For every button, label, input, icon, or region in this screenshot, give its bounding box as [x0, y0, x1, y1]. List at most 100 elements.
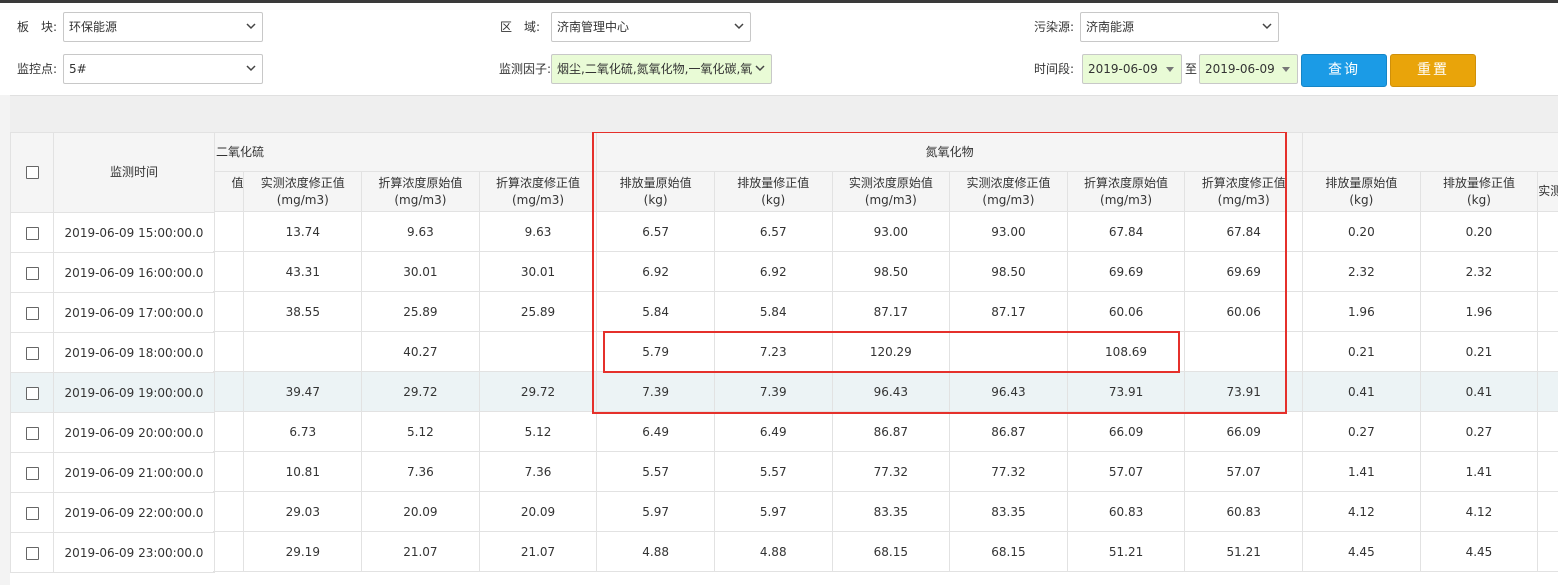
- nox-cell: 7.39: [596, 371, 715, 412]
- sub-header-unit: (mg/m3): [864, 192, 917, 207]
- nox-cell: 7.23: [713, 331, 833, 372]
- table-row[interactable]: 6.73 5.12 5.12 6.49 6.49 86.87 86.87 66.09 66.09…: [213, 411, 1558, 452]
- nox-cell: 68.15: [831, 531, 951, 572]
- nox-cell: [949, 331, 1068, 372]
- next-cell: 0.27: [1419, 411, 1539, 452]
- table-row[interactable]: 39.47 29.72 29.72 7.39 7.39 96.43 96.43 73.91 73…: [213, 371, 1558, 412]
- so2-cell: 9.63: [478, 211, 598, 252]
- nox-cell: 87.17: [831, 291, 951, 332]
- row-select-cell: [10, 292, 54, 333]
- so2-cell: 21.07: [361, 531, 480, 572]
- table-row[interactable]: 38.55 25.89 25.89 5.84 5.84 87.17 87.17 60.06 60…: [213, 291, 1558, 332]
- table-row[interactable]: 2019-06-09 18:00:00.0: [10, 332, 215, 373]
- sub-header-name: 折算浓度原始值: [378, 175, 463, 190]
- sub-header-unit: (kg): [643, 192, 668, 207]
- factor-select[interactable]: 烟尘,二氧化硫,氮氧化物,一氧化碳,氧: [551, 54, 772, 84]
- nox-cell: 86.87: [949, 411, 1068, 452]
- chevron-down-icon: [246, 23, 256, 30]
- table-row[interactable]: 2019-06-09 16:00:00.0: [10, 252, 215, 293]
- so2-cell: 29.72: [478, 371, 598, 412]
- table-row[interactable]: 10.81 7.36 7.36 5.57 5.57 77.32 77.32 57.07 57.0…: [213, 451, 1558, 492]
- table-row[interactable]: 2019-06-09 23:00:00.0: [10, 532, 215, 573]
- source-select[interactable]: 济南能源: [1080, 12, 1279, 42]
- nox-cell: 108.69: [1066, 331, 1186, 372]
- reset-button[interactable]: 重置: [1390, 54, 1476, 87]
- table-row[interactable]: 2019-06-09 15:00:00.0: [10, 212, 215, 253]
- query-button[interactable]: 查询: [1301, 54, 1387, 87]
- table-row[interactable]: 29.03 20.09 20.09 5.97 5.97 83.35 83.35 60.83 60…: [213, 491, 1558, 532]
- row-checkbox[interactable]: [25, 266, 39, 280]
- table-row[interactable]: 2019-06-09 21:00:00.0: [10, 452, 215, 493]
- nox-cell: 120.29: [831, 331, 951, 372]
- so2-cell: [478, 331, 598, 372]
- date-from-input[interactable]: 2019-06-09: [1082, 54, 1182, 84]
- so2-cell: 29.19: [243, 531, 363, 572]
- nox-cell: 4.88: [596, 531, 715, 572]
- factor-value: 烟尘,二氧化硫,氮氧化物,一氧化碳,氧: [557, 62, 753, 76]
- table-row[interactable]: 40.27 5.79 7.23 120.29 108.69 0.21 0.21: [213, 331, 1558, 372]
- next-cell: 0.41: [1302, 371, 1421, 412]
- sub-header-unit: (kg): [761, 192, 786, 207]
- next-cell: 4.45: [1302, 531, 1421, 572]
- row-checkbox[interactable]: [25, 386, 39, 400]
- caret-down-icon: [1282, 67, 1290, 72]
- so2-sub-header: 折算浓度原始值 (mg/m3): [361, 171, 480, 212]
- next-cell: 1.96: [1419, 291, 1539, 332]
- sub-header-name: 折算浓度修正值: [495, 175, 580, 190]
- scrollable-columns[interactable]: 二氧化硫 氮氧化物 值 实测浓度修正值 (mg/m3) 折算浓度原始值 (mg/m3)…: [213, 132, 1558, 585]
- nox-cell: 98.50: [831, 251, 951, 292]
- table-row[interactable]: 2019-06-09 20:00:00.0: [10, 412, 215, 453]
- table-row[interactable]: 13.74 9.63 9.63 6.57 6.57 93.00 93.00 67.84 67.8…: [213, 211, 1558, 252]
- row-select-cell: [10, 212, 54, 253]
- nox-cell: 77.32: [831, 451, 951, 492]
- sector-select[interactable]: 环保能源: [63, 12, 263, 42]
- nox-cell: 67.84: [1066, 211, 1186, 252]
- next-cell: 2.32: [1419, 251, 1539, 292]
- next-partial-cell: [1537, 531, 1558, 572]
- nox-cell: 51.21: [1066, 531, 1186, 572]
- point-select[interactable]: 5#: [63, 54, 263, 84]
- so2-group-header: 二氧化硫: [213, 132, 598, 172]
- table-row[interactable]: 43.31 30.01 30.01 6.92 6.92 98.50 98.50 69.69 69…: [213, 251, 1558, 292]
- nox-cell: 66.09: [1184, 411, 1304, 452]
- sub-header-name: 排放量修正值: [737, 175, 810, 190]
- region-select[interactable]: 济南管理中心: [551, 12, 751, 42]
- so2-sub-header: 实测浓度修正值 (mg/m3): [243, 171, 363, 212]
- row-checkbox[interactable]: [25, 306, 39, 320]
- data-grid: 监测时间 2019-06-09 15:00:00.0 2019-06-09 16:…: [10, 132, 1558, 585]
- partial-cell: [213, 211, 245, 252]
- row-checkbox[interactable]: [25, 546, 39, 560]
- table-row[interactable]: 2019-06-09 22:00:00.0: [10, 492, 215, 533]
- table-row[interactable]: 2019-06-09 19:00:00.0: [10, 372, 215, 413]
- nox-cell: 57.07: [1184, 451, 1304, 492]
- next-partial-cell: [1537, 491, 1558, 532]
- nox-cell: 87.17: [949, 291, 1068, 332]
- row-select-cell: [10, 252, 54, 293]
- row-checkbox[interactable]: [25, 506, 39, 520]
- partial-cell: [213, 531, 245, 572]
- nox-cell: 60.83: [1184, 491, 1304, 532]
- row-checkbox[interactable]: [25, 346, 39, 360]
- row-checkbox[interactable]: [25, 226, 39, 240]
- time-cell: 2019-06-09 17:00:00.0: [53, 292, 215, 333]
- scroll-table: 二氧化硫 氮氧化物 值 实测浓度修正值 (mg/m3) 折算浓度原始值 (mg/m3)…: [213, 132, 1558, 572]
- next-cell: 0.27: [1302, 411, 1421, 452]
- scroll-body: 13.74 9.63 9.63 6.57 6.57 93.00 93.00 67.84 67.8…: [213, 211, 1558, 572]
- sub-header-unit: (mg/m3): [1217, 192, 1270, 207]
- table-row[interactable]: 2019-06-09 17:00:00.0: [10, 292, 215, 333]
- sub-header-unit: (mg/m3): [276, 192, 329, 207]
- next-sub-header: 排放量修正值 (kg): [1419, 171, 1539, 212]
- partial-cell: [213, 491, 245, 532]
- time-cell: 2019-06-09 19:00:00.0: [53, 372, 215, 413]
- select-all-checkbox[interactable]: [25, 166, 39, 179]
- row-checkbox[interactable]: [25, 466, 39, 480]
- nox-cell: 5.97: [713, 491, 833, 532]
- date-to-input[interactable]: 2019-06-09: [1199, 54, 1298, 84]
- row-checkbox[interactable]: [25, 426, 39, 440]
- filter-panel: 板 块: 环保能源 区 域: 济南管理中心 污染源: 济南能源 监控点: 5# …: [0, 3, 1558, 95]
- table-row[interactable]: 29.19 21.07 21.07 4.88 4.88 68.15 68.15 51.21 51…: [213, 531, 1558, 572]
- partial-cell: [213, 291, 245, 332]
- so2-cell: 29.03: [243, 491, 363, 532]
- next-cell: 4.12: [1419, 491, 1539, 532]
- time-cell: 2019-06-09 20:00:00.0: [53, 412, 215, 453]
